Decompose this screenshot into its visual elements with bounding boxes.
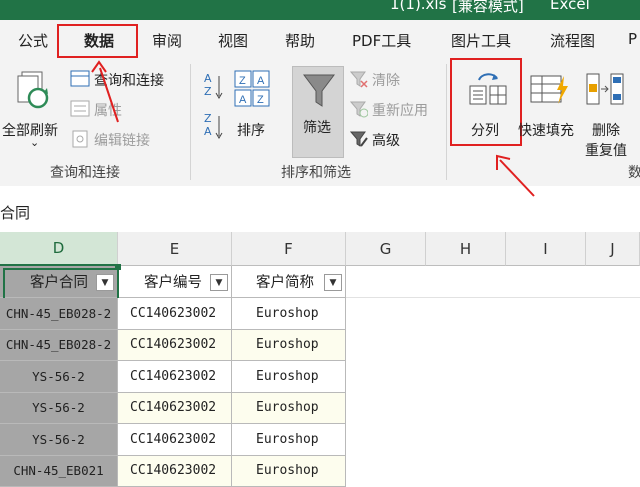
- arrowhead-icon: [92, 62, 106, 72]
- annotation-arrows: [0, 0, 640, 471]
- arrow-to-split-columns: [500, 160, 534, 196]
- arrow-to-data-tab: [100, 68, 118, 122]
